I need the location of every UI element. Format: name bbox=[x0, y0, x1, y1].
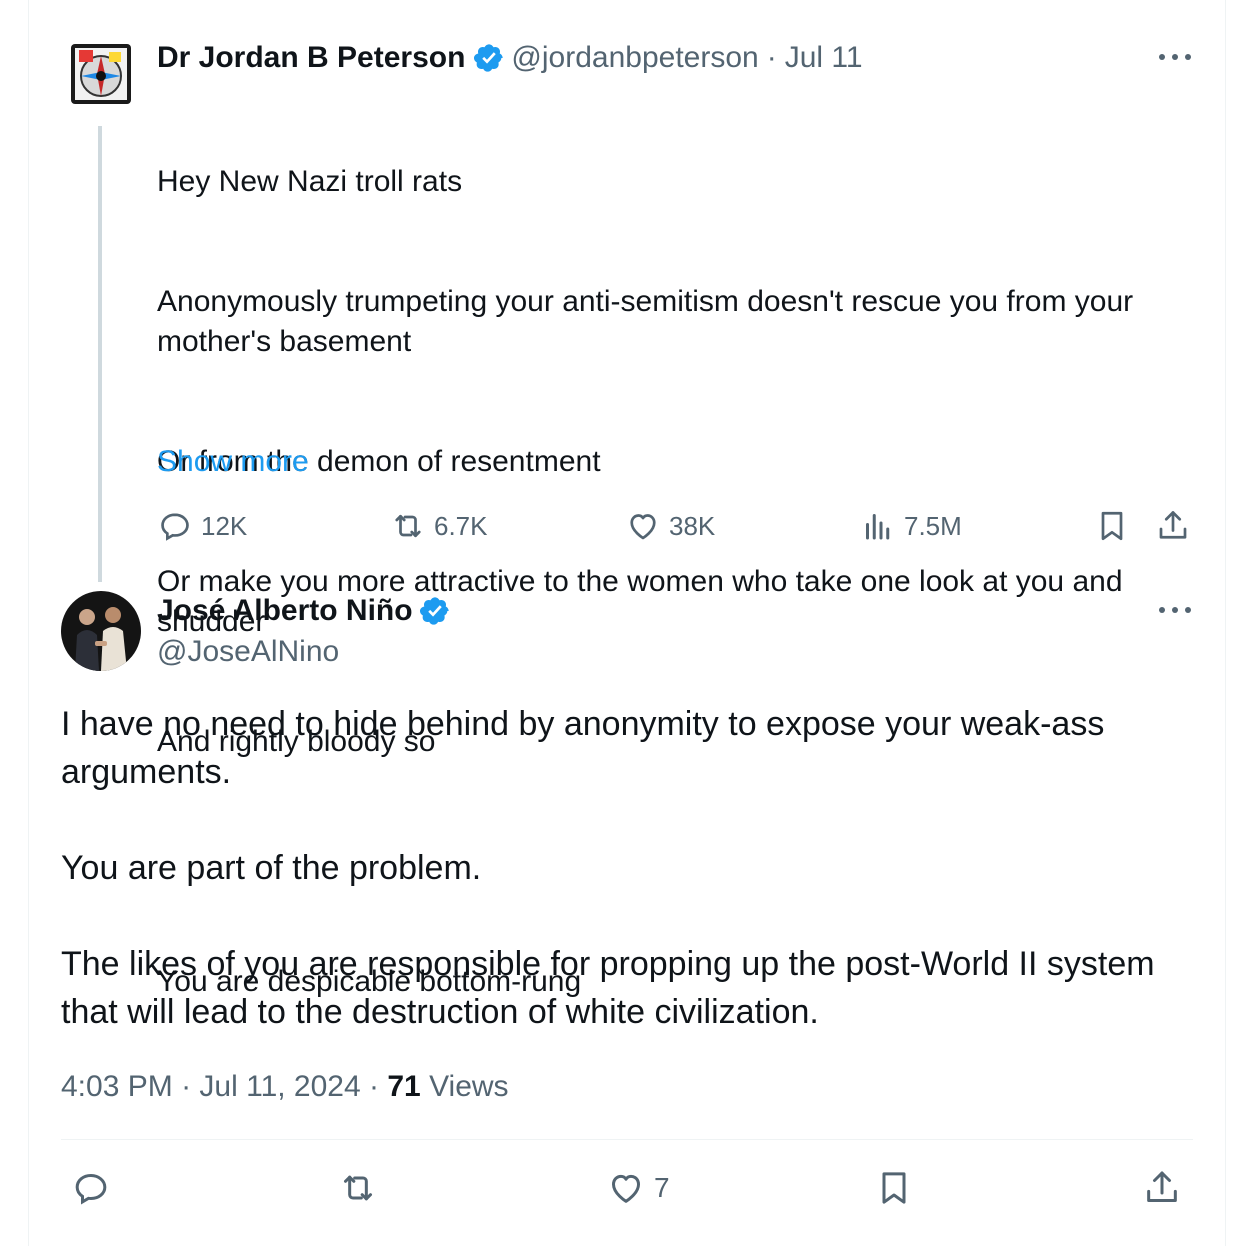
repost-button[interactable] bbox=[338, 1165, 378, 1211]
quoted-like-button[interactable]: 38K bbox=[625, 506, 715, 546]
quoted-date[interactable]: Jul 11 bbox=[785, 41, 863, 75]
reply-like-count: 7 bbox=[654, 1172, 670, 1203]
reply-paragraph: I have no need to hide behind by anonymi… bbox=[61, 705, 1105, 791]
reply-views-count: 71 bbox=[387, 1070, 421, 1103]
share-icon bbox=[1159, 511, 1187, 539]
quoted-author-name[interactable]: Dr Jordan B Peterson bbox=[157, 41, 465, 75]
bookmark-icon bbox=[1101, 511, 1123, 541]
repost-icon bbox=[395, 514, 421, 538]
quoted-line: Hey New Nazi troll rats bbox=[157, 165, 463, 198]
quoted-views-button[interactable]: 7.5M bbox=[860, 506, 962, 546]
reply-icon bbox=[75, 1173, 107, 1205]
reply-paragraph: The likes of you are responsible for pro… bbox=[61, 945, 1155, 1031]
header-separator: · bbox=[766, 41, 777, 74]
quoted-line: Anonymously trumpeting your anti-semitis… bbox=[157, 285, 1142, 358]
quoted-author-handle[interactable]: @jordanbpeterson bbox=[511, 41, 758, 75]
share-icon bbox=[1147, 1171, 1177, 1202]
reply-icon bbox=[161, 513, 189, 541]
reply-paragraph: You are part of the problem. bbox=[61, 849, 482, 887]
heart-icon bbox=[612, 1174, 640, 1203]
action-divider bbox=[61, 1139, 1193, 1140]
quoted-view-count: 7.5M bbox=[904, 510, 962, 541]
thread-line bbox=[98, 126, 102, 582]
heart-icon bbox=[630, 514, 656, 540]
quoted-bookmark-button[interactable] bbox=[1094, 506, 1138, 546]
verified-badge-icon bbox=[419, 595, 451, 627]
quoted-repost-count: 6.7K bbox=[434, 510, 488, 541]
quoted-reply-button[interactable]: 12K bbox=[157, 506, 247, 546]
show-more-link[interactable]: Show more bbox=[157, 442, 309, 482]
reply-body: I have no need to hide behind by anonymi… bbox=[61, 700, 1201, 1036]
quoted-like-count: 38K bbox=[669, 510, 716, 541]
reply-author-name[interactable]: José Alberto Niño bbox=[157, 594, 413, 628]
reply-author-handle[interactable]: @JoseAlNino bbox=[157, 632, 339, 672]
reply-views-label: Views bbox=[429, 1070, 509, 1103]
reply-meta: 4:03 PM · Jul 11, 2024 · 71 Views bbox=[61, 1066, 509, 1108]
bookmark-icon bbox=[882, 1172, 906, 1204]
quoted-more-icon[interactable] bbox=[1159, 52, 1191, 62]
reply-more-icon[interactable] bbox=[1159, 605, 1191, 615]
quoted-share-button[interactable] bbox=[1155, 506, 1199, 546]
nino-avatar[interactable] bbox=[61, 591, 141, 671]
reply-button[interactable] bbox=[71, 1165, 111, 1211]
meta-separator: · bbox=[181, 1070, 192, 1103]
reply-author-row: José Alberto Niño bbox=[157, 590, 457, 632]
reply-date[interactable]: Jul 11, 2024 bbox=[199, 1070, 360, 1103]
quoted-header: Dr Jordan B Peterson @jordanbpeterson · … bbox=[157, 38, 863, 78]
peterson-avatar[interactable] bbox=[71, 44, 131, 104]
like-button[interactable]: 7 bbox=[606, 1165, 670, 1211]
meta-separator: · bbox=[369, 1070, 380, 1103]
verified-badge-icon bbox=[473, 42, 505, 74]
bookmark-button[interactable] bbox=[874, 1165, 914, 1211]
quoted-reply-count: 12K bbox=[201, 510, 248, 541]
quoted-repost-button[interactable]: 6.7K bbox=[390, 506, 488, 546]
analytics-icon bbox=[866, 514, 890, 540]
quoted-line: Or from the demon of resentment bbox=[157, 445, 601, 478]
repost-icon bbox=[344, 1175, 372, 1201]
share-button[interactable] bbox=[1142, 1165, 1182, 1211]
reply-time[interactable]: 4:03 PM bbox=[61, 1070, 173, 1103]
